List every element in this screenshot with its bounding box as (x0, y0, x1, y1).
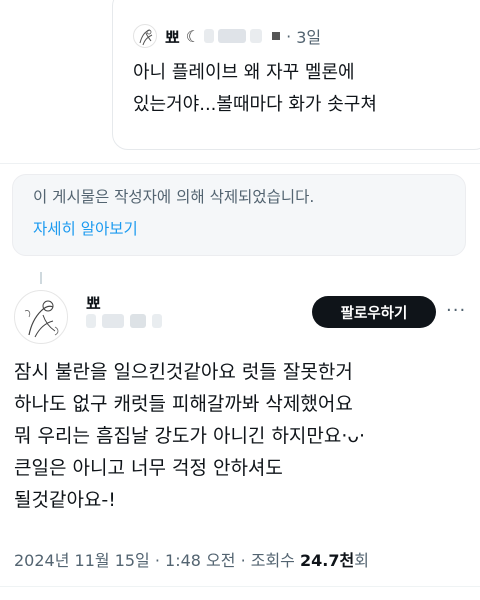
blurred-handle (204, 29, 215, 43)
view-count-suffix: 회 (354, 551, 369, 570)
deleted-post-notice: 이 게시물은 작성자에 의해 삭제되었습니다. 자세히 알아보기 (12, 174, 466, 256)
divider (0, 586, 480, 587)
quoted-tweet-text: 아니 플레이브 왜 자꾸 멜론에 있는거야...볼때마다 화가 솟구쳐 (133, 57, 377, 121)
blurred-handle (86, 314, 96, 328)
tweet-text-line: 될것같아요-! (14, 489, 116, 511)
blurred-handle (130, 314, 146, 328)
blurred-handle (218, 29, 247, 43)
quoted-separator: · (286, 26, 297, 46)
tweet-text-line: 큰일은 아니고 너무 걱정 안하셔도 (14, 457, 283, 479)
tweet-text-line: 뭐 우리는 흠집날 강도가 아니긴 하지만요·ᴗ· (14, 425, 366, 447)
view-count[interactable]: 24.7천 (300, 551, 354, 570)
quoted-author-name[interactable]: 뾰 (165, 24, 180, 48)
quoted-tweet-card[interactable]: 뾰 ☾ · 3일 아니 플레이브 왜 자꾸 멜론에 있는거야...볼때마다 화가… (112, 0, 480, 150)
follow-button[interactable]: 팔로우하기 (312, 296, 436, 328)
tweet-text-line: 잠시 불란을 일으킨것같아요 럿들 잘못한거 (14, 361, 353, 383)
tweet-text-line: 하나도 없구 캐럿들 피해갈까봐 삭제했어요 (14, 393, 353, 415)
more-options-icon[interactable]: ··· (446, 300, 466, 321)
blurred-handle (102, 314, 124, 328)
quoted-avatar[interactable] (133, 24, 157, 48)
quoted-tweet-header: 뾰 ☾ · 3일 (133, 23, 321, 49)
tweet-timestamp[interactable]: 2024년 11월 15일 · 1:48 오전 · 조회수 (14, 551, 300, 570)
blurred-handle-end (272, 32, 281, 40)
tweet-text: 잠시 불란을 일으킨것같아요 럿들 잘못한거 하나도 없구 캐럿들 피해갈까봐 … (14, 356, 470, 516)
blurred-handle (250, 29, 263, 43)
avatar-sketch-icon (24, 300, 59, 338)
divider (0, 163, 480, 164)
moon-icon: ☾ (185, 26, 201, 46)
tweet-metadata: 2024년 11월 15일 · 1:48 오전 · 조회수 24.7천회 (14, 547, 369, 571)
author-avatar[interactable] (14, 290, 68, 344)
quoted-text-line: 아니 플레이브 왜 자꾸 멜론에 (133, 62, 355, 83)
blurred-handle (152, 314, 162, 328)
thread-connector (40, 272, 42, 284)
author-handle-blurred (86, 314, 162, 328)
author-name[interactable]: 뾰 (86, 290, 101, 314)
quoted-timestamp[interactable]: 3일 (296, 24, 321, 48)
deleted-notice-text: 이 게시물은 작성자에 의해 삭제되었습니다. (33, 188, 315, 206)
avatar-sketch-icon (139, 29, 153, 46)
learn-more-link[interactable]: 자세히 알아보기 (33, 217, 138, 239)
quoted-text-line: 있는거야...볼때마다 화가 솟구쳐 (133, 94, 377, 115)
